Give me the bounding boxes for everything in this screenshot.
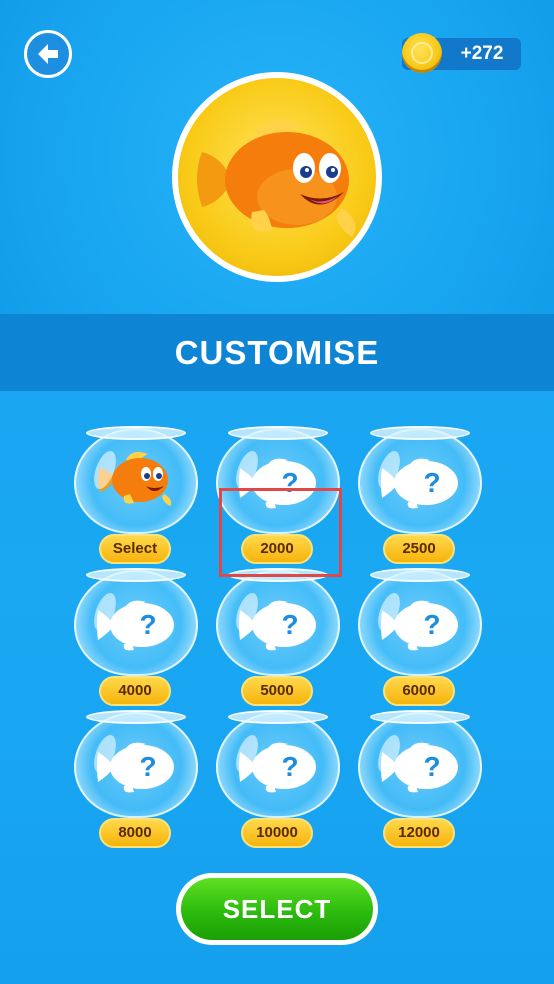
select-tag[interactable]: Select xyxy=(99,534,171,564)
svg-text:?: ? xyxy=(139,609,156,640)
fishbowl: ? xyxy=(74,710,198,818)
fishbowl: ? xyxy=(358,568,482,676)
fishbowl: ? xyxy=(216,568,340,676)
select-button-label[interactable]: SELECT xyxy=(176,873,378,945)
price-tag[interactable]: 10000 xyxy=(241,818,313,848)
price-tag[interactable]: 2500 xyxy=(383,534,455,564)
price-tag[interactable]: 6000 xyxy=(383,676,455,706)
fish-item-3[interactable]: ? 2500 xyxy=(356,426,484,576)
locked-fish-icon: ? xyxy=(97,742,174,793)
fishbowl: ? xyxy=(358,426,482,534)
selection-highlight xyxy=(219,488,342,577)
price-tag[interactable]: 5000 xyxy=(241,676,313,706)
locked-fish-icon: ? xyxy=(381,600,458,651)
fishbowl: ? xyxy=(74,568,198,676)
locked-fish-icon: ? xyxy=(97,600,174,651)
fish-item-4[interactable]: ? 4000 xyxy=(72,568,200,718)
fish-item-9[interactable]: ? 12000 xyxy=(356,710,484,860)
svg-text:?: ? xyxy=(139,751,156,782)
fishbowl: ? xyxy=(216,710,340,818)
fishbowl: ? xyxy=(358,710,482,818)
svg-text:?: ? xyxy=(423,609,440,640)
price-tag[interactable]: 8000 xyxy=(99,818,171,848)
svg-text:?: ? xyxy=(281,751,298,782)
fish-item-6[interactable]: ? 6000 xyxy=(356,568,484,718)
price-tag[interactable]: 4000 xyxy=(99,676,171,706)
locked-fish-icon: ? xyxy=(239,742,316,793)
goldfish-icon xyxy=(98,452,172,506)
fish-item-7[interactable]: ? 8000 xyxy=(72,710,200,860)
fish-item-5[interactable]: ? 5000 xyxy=(214,568,342,718)
fish-item-1[interactable]: Select xyxy=(72,426,200,576)
locked-fish-icon: ? xyxy=(381,458,458,509)
svg-text:?: ? xyxy=(423,751,440,782)
svg-text:?: ? xyxy=(423,467,440,498)
price-tag[interactable]: 12000 xyxy=(383,818,455,848)
locked-fish-icon: ? xyxy=(381,742,458,793)
svg-text:?: ? xyxy=(281,609,298,640)
fish-item-8[interactable]: ? 10000 xyxy=(214,710,342,860)
fishbowl xyxy=(74,426,198,534)
locked-fish-icon: ? xyxy=(239,600,316,651)
